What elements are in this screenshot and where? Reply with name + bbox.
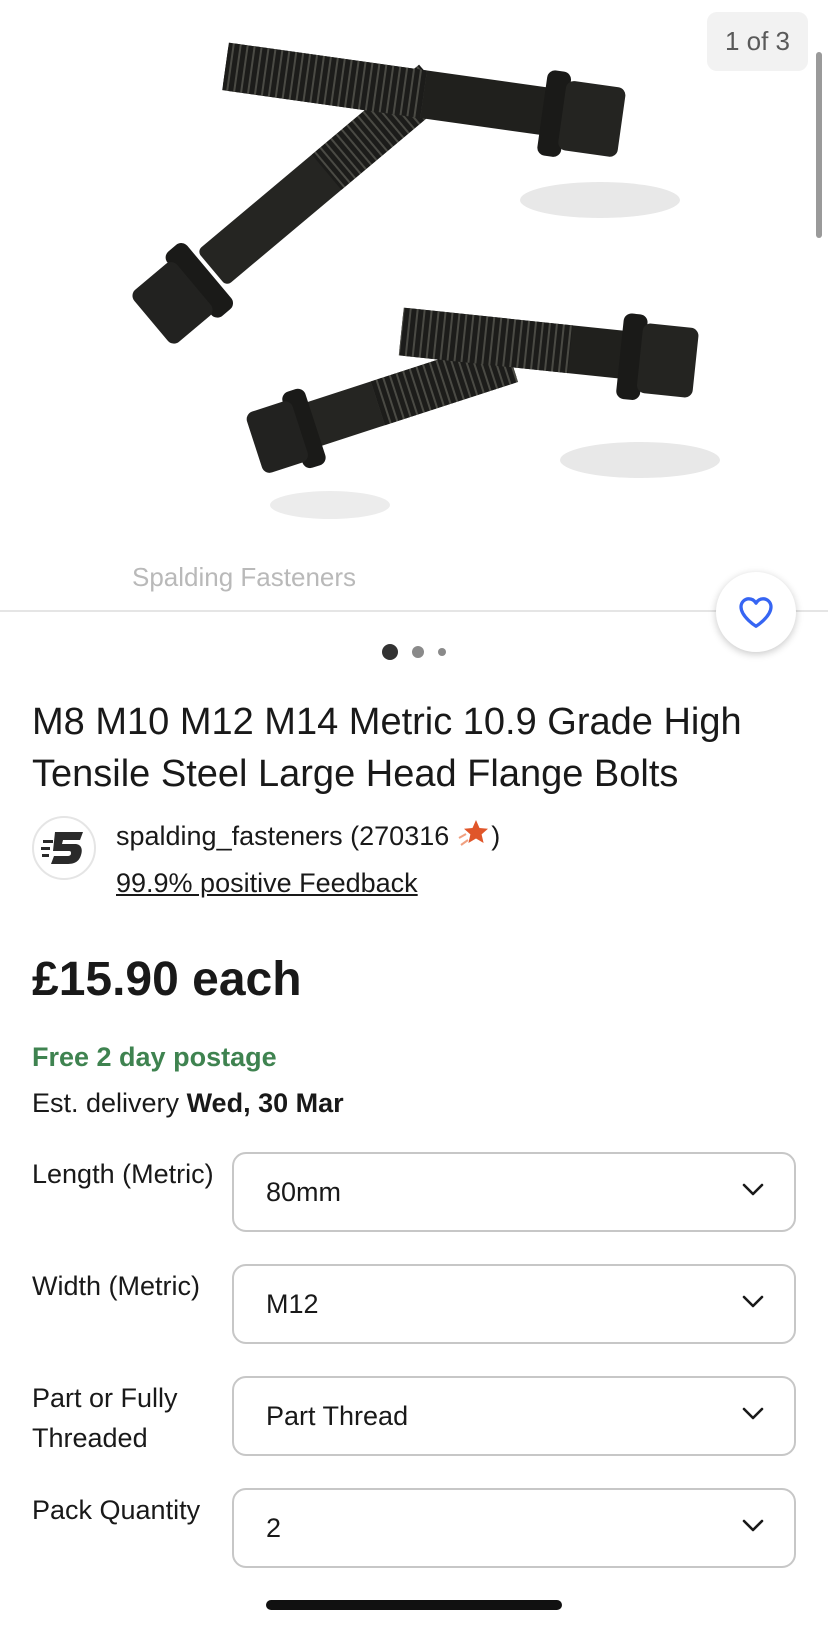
select-value: Part Thread [266,1400,409,1431]
select-value: 2 [266,1512,282,1543]
pager-dot-3[interactable] [438,648,446,656]
variation-quantity: Pack Quantity 2 [32,1488,796,1568]
seller-close-paren: ) [491,821,501,851]
thread-select[interactable]: Part Thread [232,1376,796,1456]
delivery-date: Wed, 30 Mar [186,1088,344,1118]
postage-info: Free 2 day postage [32,1042,277,1072]
chevron-down-icon [742,1295,764,1308]
variation-length: Length (Metric) 80mm [32,1152,796,1232]
length-select[interactable]: 80mm [232,1152,796,1232]
chevron-down-icon [742,1183,764,1196]
select-value: 80mm [266,1176,342,1207]
pager-dot-1[interactable] [382,644,398,660]
image-gallery[interactable]: Spalding Fasteners 1 of 3 [0,0,828,612]
image-counter: 1 of 3 [706,12,808,71]
seller-logo[interactable] [32,816,96,880]
image-watermark: Spalding Fasteners [132,562,357,592]
variation-label: Pack Quantity [32,1495,201,1525]
price: £15.90 each [32,953,302,1006]
star-icon [457,818,489,855]
image-pager[interactable] [0,642,828,662]
variation-label: Width (Metric) [32,1271,200,1301]
variation-label: Part or Fully Threaded [32,1383,178,1453]
scrollbar[interactable] [816,52,822,238]
width-select[interactable]: M12 [232,1264,796,1344]
feedback-link[interactable]: 99.9% positive Feedback [116,868,418,899]
select-value: M12 [266,1288,319,1319]
pager-dot-2[interactable] [412,646,424,658]
chevron-down-icon [742,1407,764,1420]
listing-title: M8 M10 M12 M14 Metric 10.9 Grade High Te… [32,701,742,795]
variation-label: Length (Metric) [32,1159,214,1189]
watch-button[interactable] [716,572,796,652]
variation-width: Width (Metric) M12 [32,1264,796,1344]
listing-page: Spalding Fasteners 1 of 3 M8 M10 M12 M14… [0,0,828,1627]
delivery-estimate: Est. delivery Wed, 30 Mar [32,1088,344,1119]
chevron-down-icon [742,1519,764,1532]
seller-name[interactable]: spalding_fasteners (270316 [116,821,449,852]
variation-thread: Part or Fully Threaded Part Thread [32,1376,796,1456]
home-indicator[interactable] [266,1600,562,1610]
seller-logo-icon [41,832,83,864]
delivery-prefix: Est. delivery [32,1088,187,1118]
seller-info[interactable]: spalding_fasteners (270316 ) [116,818,500,855]
quantity-select[interactable]: 2 [232,1488,796,1568]
heart-icon [739,597,773,628]
product-image[interactable] [0,0,828,612]
